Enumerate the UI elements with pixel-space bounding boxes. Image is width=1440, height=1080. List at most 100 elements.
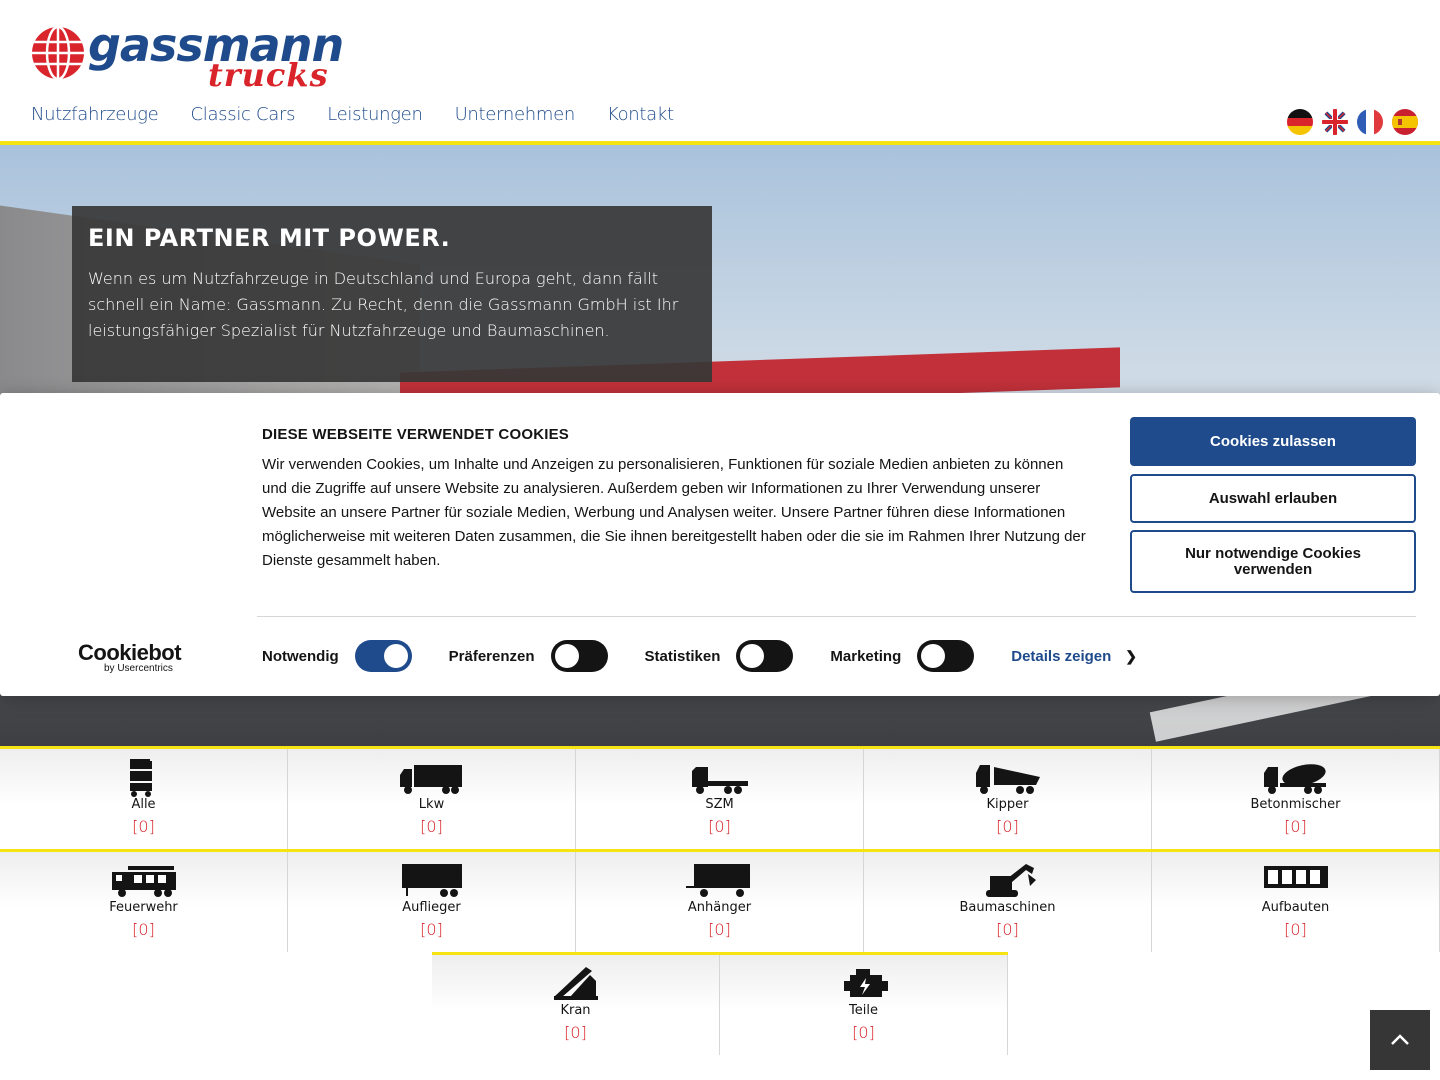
cookie-text: Wir verwenden Cookies, um Inhalte und An… (262, 456, 1086, 569)
category-label: Auflieger (402, 900, 461, 915)
engine-icon (843, 969, 888, 997)
category-label: Kran (560, 1003, 591, 1018)
category-feuerwehr[interactable]: Feuerwehr [0] (0, 852, 288, 952)
toggle-label: Notwendig (262, 647, 339, 665)
category-row: Feuerwehr [0] Auflieger [0] Anhänger [0] (0, 849, 1440, 952)
allow-all-cookies-button[interactable]: Cookies zulassen (1130, 417, 1416, 466)
scroll-to-top-button[interactable] (1370, 1010, 1430, 1070)
category-label: Feuerwehr (109, 900, 178, 915)
de-flag-icon[interactable] (1287, 109, 1313, 135)
category-kran[interactable]: Kran [0] (432, 955, 720, 1055)
gassmann-logo[interactable]: gassmann trucks (30, 18, 344, 96)
category-count: [0] (708, 817, 731, 836)
preferences-switch[interactable] (550, 640, 608, 672)
globe-icon (32, 25, 84, 81)
chevron-right-icon: ❯ (1125, 647, 1138, 664)
category-label: Aufbauten (1261, 900, 1330, 915)
cookie-toggles: Notwendig Präferenzen Statistiken Market… (262, 640, 1137, 672)
allow-selection-button[interactable]: Auswahl erlauben (1130, 474, 1416, 523)
category-lkw[interactable]: Lkw [0] (288, 749, 576, 849)
category-anhaenger[interactable]: Anhänger [0] (576, 852, 864, 952)
nav-item-unternehmen[interactable]: Unternehmen (455, 104, 576, 125)
category-count: [0] (996, 817, 1019, 836)
hero-textbox: EIN PARTNER MIT POWER. Wenn es um Nutzfa… (72, 206, 712, 382)
toggle-label: Statistiken (644, 647, 721, 665)
category-label: Anhänger (687, 900, 752, 915)
nav-item-leistungen[interactable]: Leistungen (327, 104, 423, 125)
es-flag-icon[interactable] (1392, 109, 1418, 135)
category-label: Baumaschinen (959, 900, 1056, 915)
toggle-marketing: Marketing (830, 640, 975, 672)
switch-knob (921, 644, 946, 668)
category-count: [0] (708, 920, 731, 939)
category-baumaschinen[interactable]: Baumaschinen [0] (864, 852, 1152, 952)
cookiebot-logo[interactable]: Cookiebot by Usercentrics (78, 640, 182, 674)
tipper-icon (975, 765, 1040, 794)
details-label: Details zeigen (1011, 647, 1112, 665)
category-count: [0] (132, 817, 155, 836)
category-count: [0] (1284, 817, 1307, 836)
nav-item-nutzfahrzeuge[interactable]: Nutzfahrzeuge (31, 104, 159, 125)
fire-truck-icon (111, 866, 176, 897)
uk-flag-icon[interactable] (1322, 109, 1348, 135)
necessary-only-button[interactable]: Nur notwendige Cookies verwenden (1130, 530, 1416, 593)
category-count: [0] (564, 1023, 587, 1042)
concrete-mixer-icon (1263, 764, 1326, 794)
category-kipper[interactable]: Kipper [0] (864, 749, 1152, 849)
category-label: SZM (705, 797, 734, 812)
nav-item-kontakt[interactable]: Kontakt (607, 104, 674, 125)
toggle-label: Marketing (830, 647, 902, 665)
toggle-label: Präferenzen (448, 647, 535, 665)
main-nav: Nutzfahrzeuge Classic Cars Leistungen Un… (31, 104, 674, 125)
nav-item-classic-cars[interactable]: Classic Cars (190, 104, 295, 125)
category-aufbauten[interactable]: Aufbauten [0] (1152, 852, 1440, 952)
crane-icon (553, 967, 598, 1000)
trailer-icon (685, 864, 750, 897)
site-header: gassmann trucks Nutzfahrzeuge Classic Ca… (0, 0, 1440, 145)
cookie-consent-dialog: Cookiebot by Usercentrics DIESE WEBSEITE… (0, 393, 1440, 696)
category-label: Lkw (418, 797, 445, 812)
details-link[interactable]: Details zeigen ❯ (1011, 648, 1137, 665)
category-label: Kipper (986, 797, 1029, 812)
truck-icon (399, 765, 462, 794)
body-icon (1263, 866, 1328, 888)
category-count: [0] (420, 920, 443, 939)
category-label: Betonmischer (1250, 797, 1341, 812)
fr-flag-icon[interactable] (1357, 109, 1383, 135)
statistics-switch[interactable] (736, 640, 794, 672)
category-count: [0] (852, 1023, 875, 1042)
category-auflieger[interactable]: Auflieger [0] (288, 852, 576, 952)
category-row: Alle [0] Lkw [0] SZM [0] Kipper [0] Beto… (0, 746, 1440, 849)
cookie-title: DIESE WEBSEITE VERWENDET COOKIES (262, 426, 570, 443)
switch-knob (740, 644, 765, 668)
toggle-praeferenzen: Präferenzen (449, 640, 608, 672)
toggle-statistiken: Statistiken (645, 640, 794, 672)
logo-subline: trucks (208, 56, 329, 94)
category-count: [0] (996, 920, 1019, 939)
tractor-unit-icon (691, 767, 748, 794)
semi-trailer-icon (401, 864, 462, 897)
hero-text: Wenn es um Nutzfahrzeuge in Deutschland … (88, 269, 679, 340)
toggle-notwendig: Notwendig (262, 640, 412, 672)
category-label: Teile (849, 1003, 878, 1018)
necessary-switch[interactable] (354, 640, 412, 672)
all-vehicles-icon (129, 759, 152, 797)
cookiebot-logo-by: by Usercentrics (104, 663, 173, 674)
hero-title: EIN PARTNER MIT POWER. (88, 224, 451, 252)
chevron-up-icon (1391, 1034, 1409, 1045)
switch-knob (554, 644, 579, 668)
category-count: [0] (132, 920, 155, 939)
excavator-icon (985, 864, 1036, 897)
category-count: [0] (420, 817, 443, 836)
category-betonmischer[interactable]: Betonmischer [0] (1152, 749, 1440, 849)
category-label: Alle (131, 797, 156, 812)
category-teile[interactable]: Teile [0] (720, 955, 1008, 1055)
category-count: [0] (1284, 920, 1307, 939)
divider (257, 616, 1416, 617)
switch-knob (383, 644, 408, 668)
category-alle[interactable]: Alle [0] (0, 749, 288, 849)
language-switcher (1287, 109, 1418, 135)
category-row: Kran [0] Teile [0] (432, 952, 1008, 1055)
category-szm[interactable]: SZM [0] (576, 749, 864, 849)
marketing-switch[interactable] (917, 640, 975, 672)
